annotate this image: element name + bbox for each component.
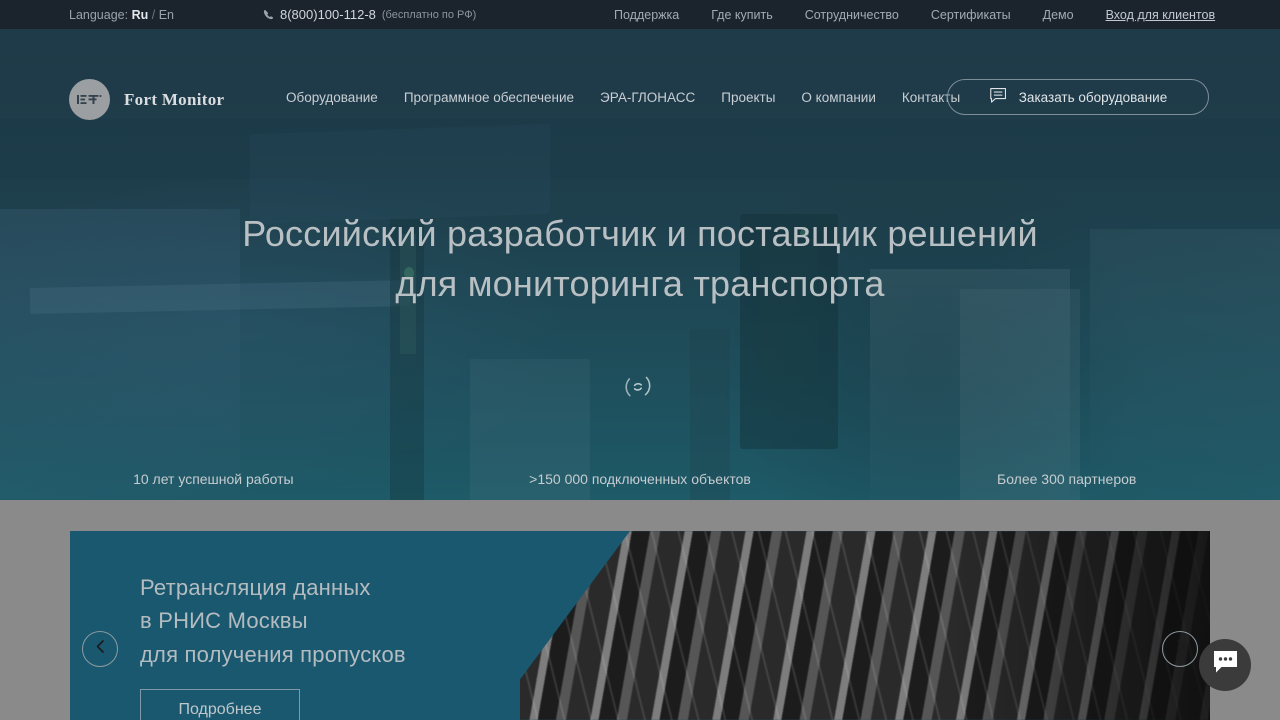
chat-widget-button[interactable] [1199,639,1251,691]
hero-title-line-1: Российский разработчик и поставщик решен… [242,213,1038,254]
top-link-cooperation[interactable]: Сотрудничество [805,8,899,22]
hero-title-line-2: для мониторинга транспорта [395,262,885,304]
nav-item-software[interactable]: Программное обеспечение [404,90,574,105]
slider-prev-button[interactable] [82,631,118,667]
hero-stat-objects: >150 000 подключенных объектов [529,471,751,487]
chat-bubble-dots-icon [1212,650,1239,680]
slider-photo-vignette [950,531,1210,720]
top-link-support[interactable]: Поддержка [614,8,679,22]
order-equipment-button[interactable]: Заказать оборудование [947,79,1209,115]
hero-stats-row: 10 лет успешной работы >150 000 подключе… [0,471,1280,487]
brand-name: Fort Monitor [124,89,225,109]
slider-details-button[interactable]: Подробнее [140,689,300,720]
language-switcher: Language: Ru / En [69,8,174,22]
top-link-client-login[interactable]: Вход для клиентов [1106,8,1216,22]
page-body: Ретрансляция данных в РНИС Москвы для по… [0,500,1280,720]
phone-block[interactable]: 8(800)100-112-8 (бесплатно по РФ) [263,7,476,22]
nav-item-era-glonass[interactable]: ЭРА-ГЛОНАСС [600,90,695,105]
top-utility-bar: Language: Ru / En 8(800)100-112-8 (беспл… [0,0,1280,29]
language-separator: / [151,7,156,22]
top-links-nav: Поддержка Где купить Сотрудничество Серт… [614,8,1280,22]
phone-number[interactable]: 8(800)100-112-8 [280,7,376,22]
language-option-en[interactable]: En [159,8,174,22]
hero-stat-partners: Более 300 партнеров [997,471,1137,487]
slider-content: Ретрансляция данных в РНИС Москвы для по… [140,571,406,720]
nav-item-equipment[interactable]: Оборудование [286,90,378,105]
slider-title: Ретрансляция данных в РНИС Москвы для по… [140,575,406,667]
slider-next-button[interactable] [1162,631,1198,667]
nav-item-projects[interactable]: Проекты [721,90,775,105]
top-link-certificates[interactable]: Сертификаты [931,8,1011,22]
main-navigation: Оборудование Программное обеспечение ЭРА… [286,90,960,105]
chevron-right-icon [1174,639,1187,659]
phone-icon [263,9,274,20]
page-title: Российский разработчик и поставщик решен… [0,209,1280,308]
main-header: Fort Monitor Оборудование Программное об… [0,29,1280,120]
top-link-where-to-buy[interactable]: Где купить [711,8,773,22]
chat-bubble-icon [989,87,1008,107]
phone-note: (бесплатно по РФ) [381,8,477,21]
hero-section: Fort Monitor Оборудование Программное об… [0,29,1280,500]
order-equipment-label: Заказать оборудование [1018,89,1168,105]
brand-logo[interactable]: Fort Monitor [69,79,224,120]
nav-item-about[interactable]: О компании [801,90,875,105]
top-link-demo[interactable]: Демо [1043,8,1074,22]
logo-mark-icon [69,79,110,120]
language-label: Language: [69,7,129,22]
promo-slider: Ретрансляция данных в РНИС Москвы для по… [70,531,1210,720]
hero-stat-years: 10 лет успешной работы [133,471,294,487]
chevron-left-icon [94,639,107,659]
language-option-ru[interactable]: Ru [132,8,149,22]
loading-spinner-icon [619,368,657,406]
